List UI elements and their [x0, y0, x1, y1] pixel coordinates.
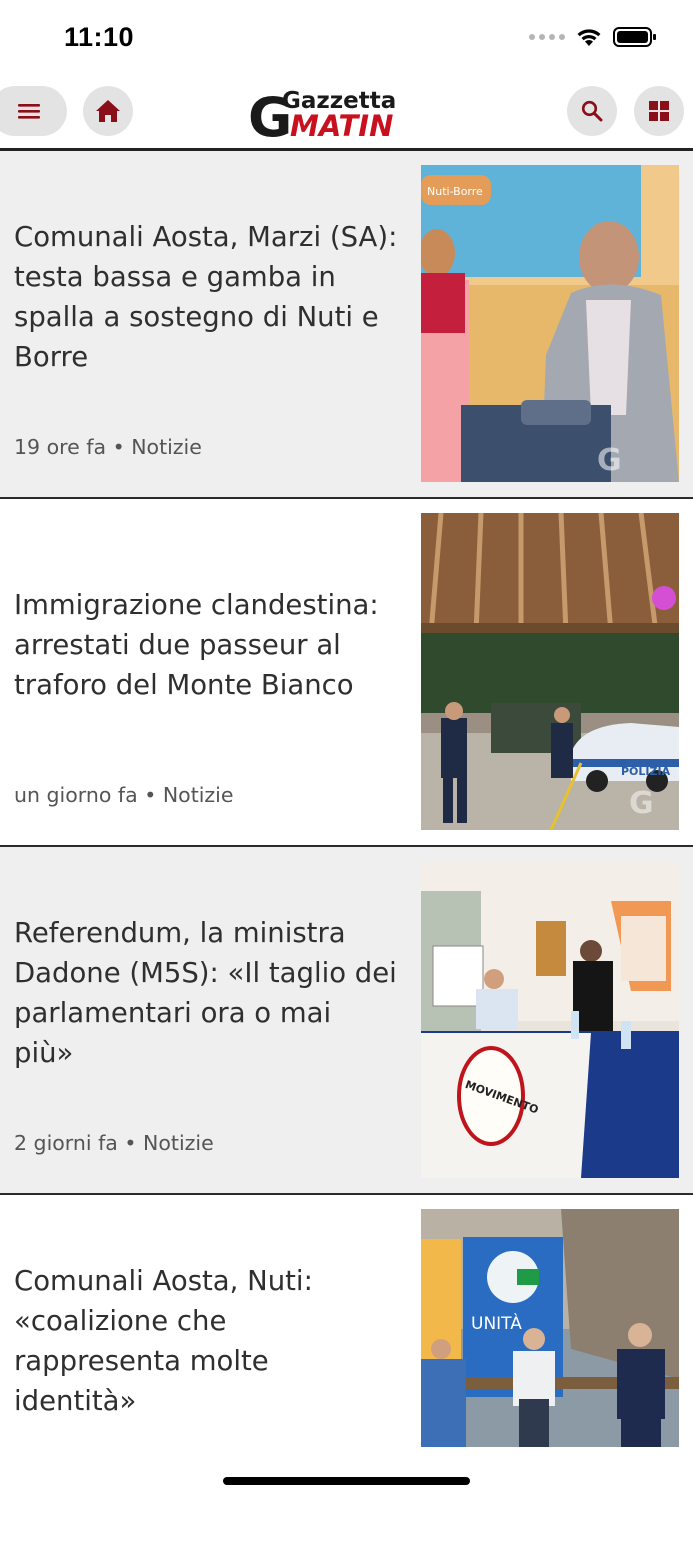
article-category[interactable]: Notizie [131, 435, 202, 459]
logo-matin: MATIN [290, 109, 393, 140]
watermark-g: G [629, 786, 654, 821]
article-category[interactable]: Notizie [143, 1131, 214, 1155]
home-button[interactable] [83, 86, 133, 136]
article-meta: un giorno fa • Notizie [14, 783, 234, 807]
article-meta: 2 giorni fa • Notizie [14, 1131, 214, 1155]
meta-separator: • [124, 1131, 137, 1155]
search-icon [581, 100, 603, 122]
article-title[interactable]: Comunali Aosta, Marzi (SA): testa bassa … [14, 217, 399, 377]
sections-grid-button[interactable] [634, 86, 684, 136]
article-card[interactable]: Immigrazione clandestina: arrestati due … [0, 499, 693, 847]
article-title[interactable]: Referendum, la ministra Dadone (M5S): «I… [14, 913, 399, 1073]
battery-icon [613, 27, 656, 47]
article-thumbnail[interactable]: POLIZIA G [421, 513, 679, 830]
home-indicator[interactable] [223, 1477, 470, 1485]
gazzetta-matin-logo[interactable]: G Gazzetta MATIN [246, 86, 446, 149]
article-title[interactable]: Immigrazione clandestina: arrestati due … [14, 585, 399, 705]
image-text: Nuti-Borre [427, 185, 483, 198]
wifi-icon [577, 29, 601, 46]
article-card[interactable]: Comunali Aosta, Marzi (SA): testa bassa … [0, 151, 693, 499]
search-button[interactable] [567, 86, 617, 136]
article-age: un giorno fa [14, 783, 138, 807]
article-title[interactable]: Comunali Aosta, Nuti: «coalizione che ra… [14, 1261, 399, 1421]
article-thumbnail[interactable]: MOVIMENTO [421, 861, 679, 1178]
article-thumbnail[interactable]: UNITÀ [421, 1209, 679, 1447]
watermark-g: G [597, 443, 622, 478]
article-meta: 19 ore fa • Notizie [14, 435, 202, 459]
article-card[interactable]: Comunali Aosta, Nuti: «coalizione che ra… [0, 1195, 693, 1541]
article-feed: Comunali Aosta, Marzi (SA): testa bassa … [0, 151, 693, 1541]
article-thumbnail[interactable]: Nuti-Borre G [421, 165, 679, 482]
menu-icon [17, 104, 40, 119]
image-text: UNITÀ [471, 1312, 522, 1334]
meta-separator: • [112, 435, 125, 459]
image-text: POLIZIA [621, 765, 671, 778]
article-category[interactable]: Notizie [163, 783, 234, 807]
status-icons [529, 26, 657, 48]
home-icon [96, 100, 120, 122]
status-time: 11:10 [64, 22, 135, 52]
signal-icon [529, 34, 565, 40]
status-bar: 11:10 [0, 0, 693, 78]
meta-separator: • [144, 783, 157, 807]
grid-icon [649, 101, 669, 121]
menu-button[interactable] [0, 86, 67, 136]
article-age: 19 ore fa [14, 435, 107, 459]
article-age: 2 giorni fa [14, 1131, 118, 1155]
article-card[interactable]: Referendum, la ministra Dadone (M5S): «I… [0, 847, 693, 1195]
